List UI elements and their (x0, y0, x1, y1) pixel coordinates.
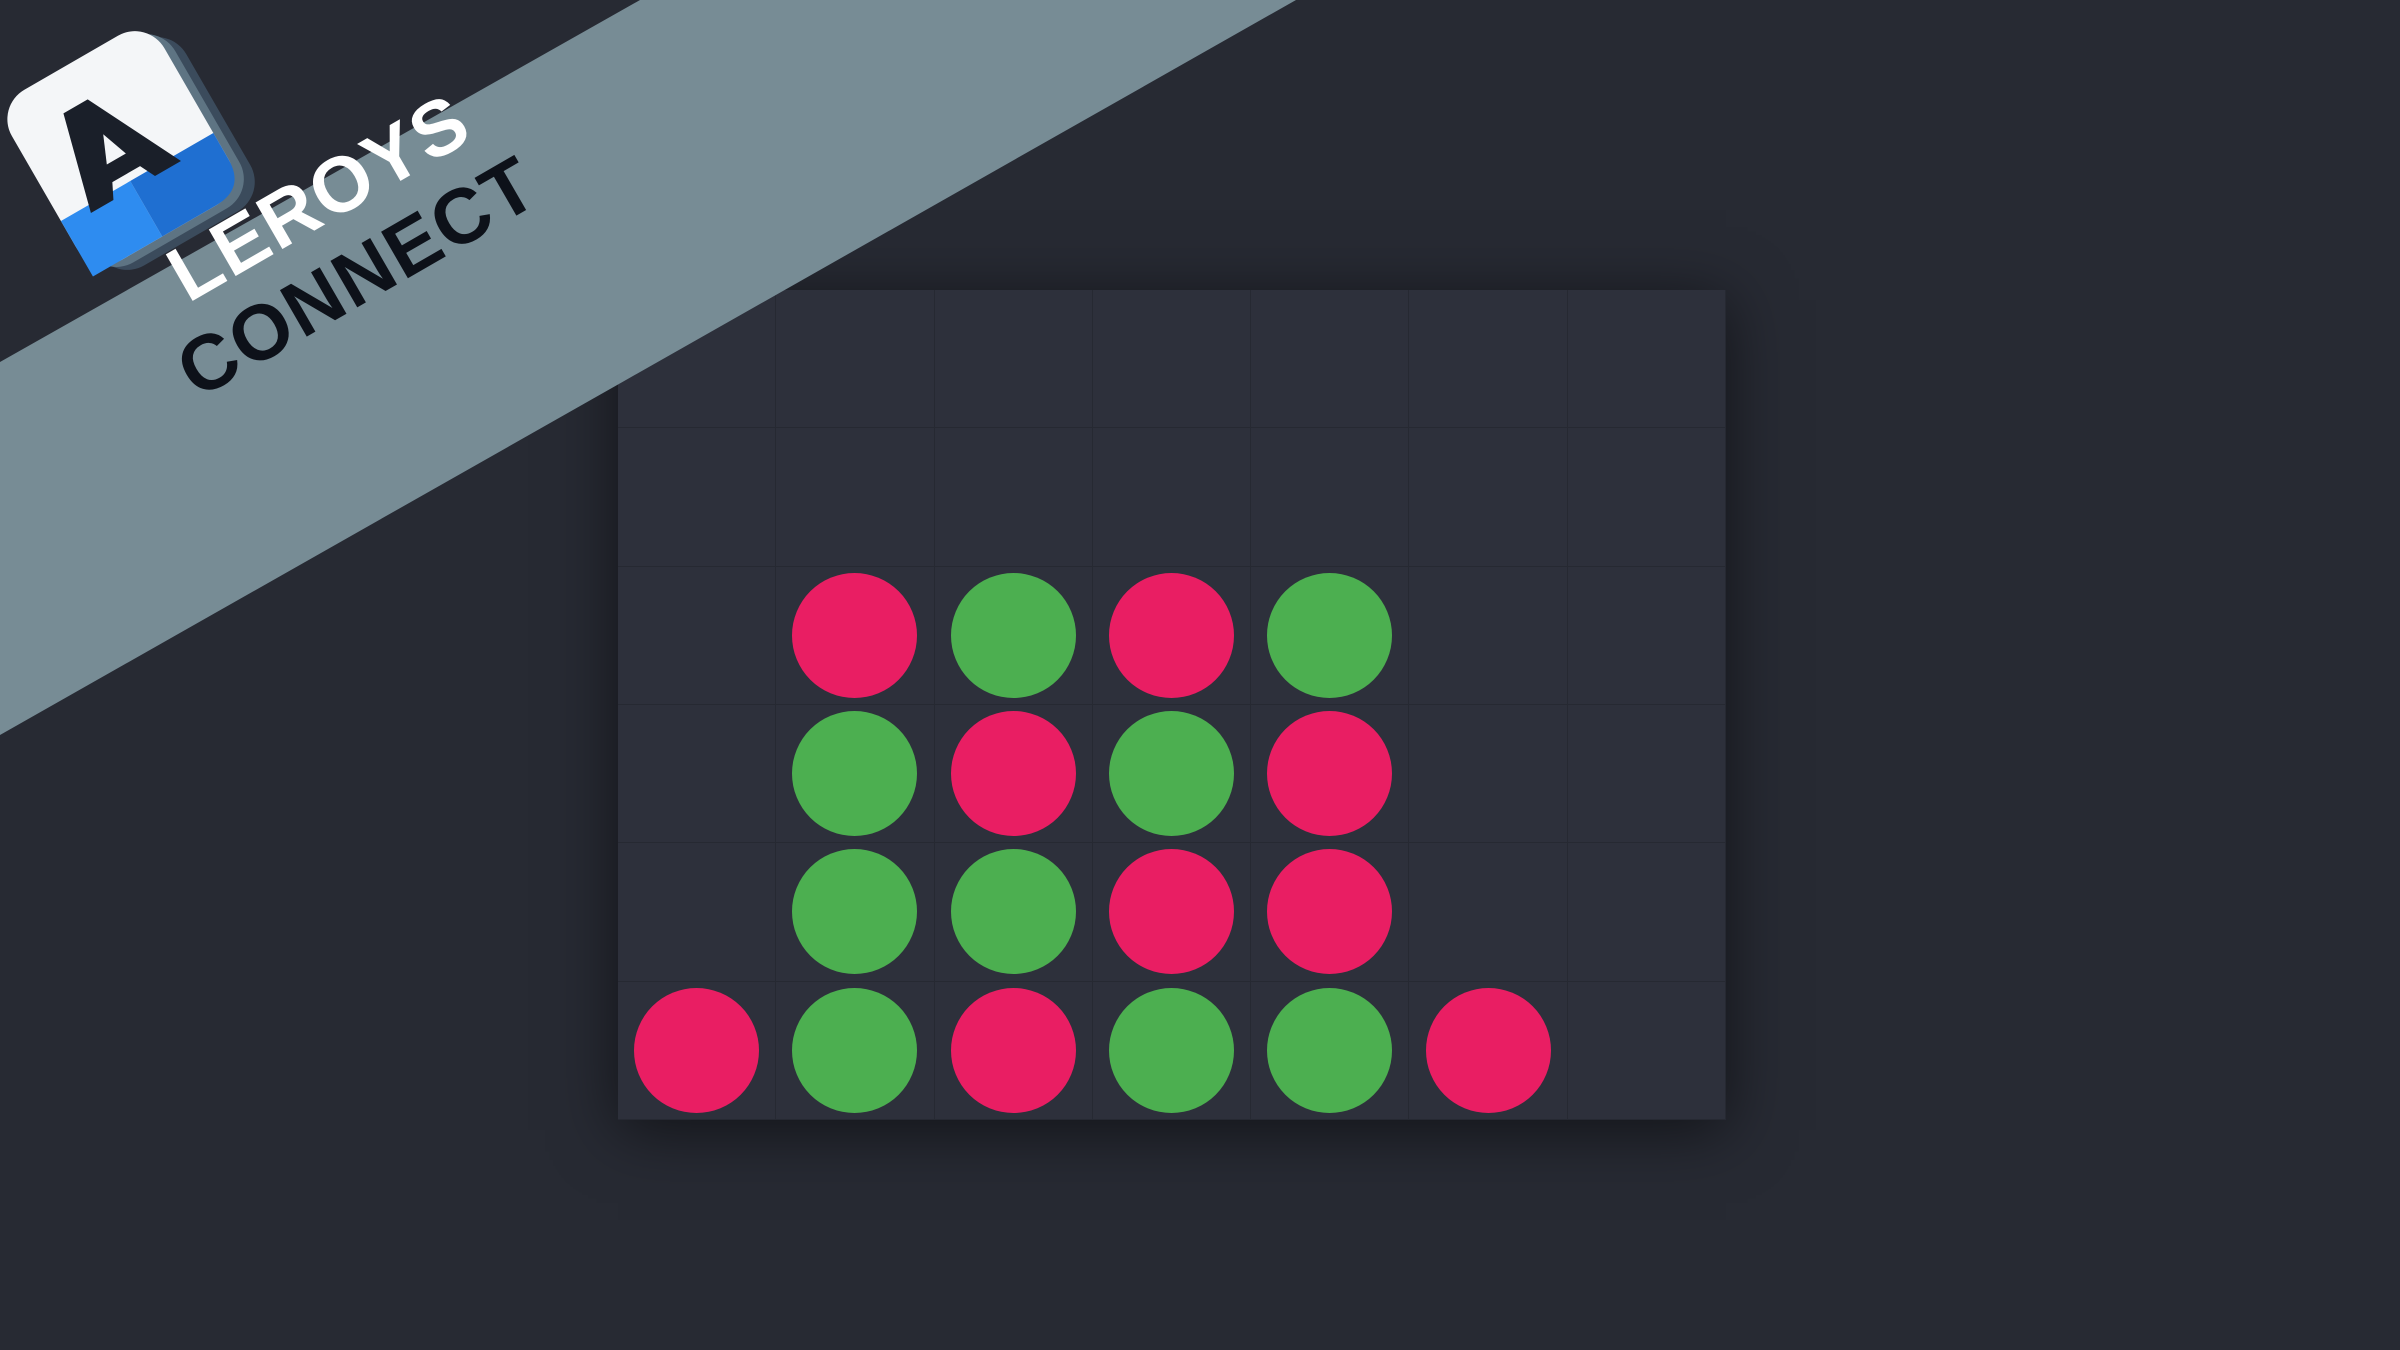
red-disc (1108, 572, 1234, 698)
board-cell-r6-c2[interactable] (776, 981, 935, 1120)
board-cell-r5-c2[interactable] (776, 843, 935, 982)
board-cell-r5-c4[interactable] (1092, 843, 1252, 982)
board-cell-r6-c1[interactable] (618, 981, 777, 1120)
board-cell-r4-c5[interactable] (1251, 704, 1410, 844)
board-cell-r2-c7[interactable] (1567, 428, 1726, 567)
green-disc (1108, 987, 1234, 1113)
app-title: LEROYS CONNECT (118, 62, 553, 415)
board-cell-r6-c5[interactable] (1251, 981, 1410, 1120)
board-cell-r6-c7[interactable] (1567, 981, 1726, 1120)
board-cell-r2-c5[interactable] (1251, 428, 1410, 567)
board-cell-r1-c7[interactable] (1567, 290, 1726, 429)
red-disc (634, 987, 760, 1113)
board-cell-r5-c3[interactable] (934, 843, 1093, 982)
board-cell-r3-c3[interactable] (934, 566, 1093, 705)
app-title-line2: CONNECT (162, 138, 553, 415)
board-cell-r2-c3[interactable] (934, 428, 1093, 567)
board-cell-r4-c7[interactable] (1567, 704, 1726, 844)
board-cell-r2-c6[interactable] (1409, 428, 1568, 567)
board-cell-r5-c5[interactable] (1251, 843, 1410, 982)
board-cell-r1-c2[interactable] (776, 290, 935, 429)
board-cell-r1-c1[interactable] (618, 290, 777, 429)
game-board[interactable] (618, 290, 1726, 1120)
board-cell-r4-c1[interactable] (618, 704, 777, 844)
board-cell-r4-c3[interactable] (934, 704, 1093, 844)
board-cell-r5-c6[interactable] (1409, 843, 1568, 982)
board-cell-r3-c1[interactable] (618, 566, 777, 705)
board-cell-r1-c3[interactable] (934, 290, 1093, 429)
red-disc (950, 987, 1076, 1113)
red-disc (1108, 849, 1234, 975)
green-disc (1267, 987, 1393, 1113)
board-cell-r3-c6[interactable] (1409, 566, 1568, 705)
board-cell-r4-c6[interactable] (1409, 704, 1568, 844)
board-cell-r1-c5[interactable] (1251, 290, 1410, 429)
board-cell-r6-c6[interactable] (1409, 981, 1568, 1120)
board-cell-r4-c2[interactable] (776, 704, 935, 844)
green-disc (950, 849, 1076, 975)
board-cell-r6-c4[interactable] (1092, 981, 1252, 1120)
board-cell-r5-c1[interactable] (618, 843, 777, 982)
app-logo-icon (7, 31, 255, 277)
red-disc (1267, 711, 1393, 837)
board-cell-r1-c4[interactable] (1092, 290, 1252, 429)
board-cell-r3-c7[interactable] (1567, 566, 1726, 705)
green-disc (950, 572, 1076, 698)
red-disc (1425, 987, 1551, 1113)
board-cell-r2-c1[interactable] (618, 428, 777, 567)
board-cell-r3-c5[interactable] (1251, 566, 1410, 705)
green-disc (792, 711, 918, 837)
red-disc (950, 711, 1076, 837)
red-disc (792, 572, 918, 698)
app-title-line1: LEROYS (152, 75, 485, 319)
board-cell-r2-c2[interactable] (776, 428, 935, 567)
board-cell-r5-c7[interactable] (1567, 843, 1726, 982)
board-cell-r2-c4[interactable] (1092, 428, 1252, 567)
green-disc (1267, 572, 1393, 698)
green-disc (792, 987, 918, 1113)
green-disc (1108, 711, 1234, 837)
board-cell-r1-c6[interactable] (1409, 290, 1568, 429)
board-cell-r6-c3[interactable] (934, 981, 1093, 1120)
green-disc (792, 849, 918, 975)
board-cell-r3-c4[interactable] (1092, 566, 1252, 705)
board-cell-r3-c2[interactable] (776, 566, 935, 705)
red-disc (1267, 849, 1393, 975)
board-cell-r4-c4[interactable] (1092, 704, 1252, 844)
